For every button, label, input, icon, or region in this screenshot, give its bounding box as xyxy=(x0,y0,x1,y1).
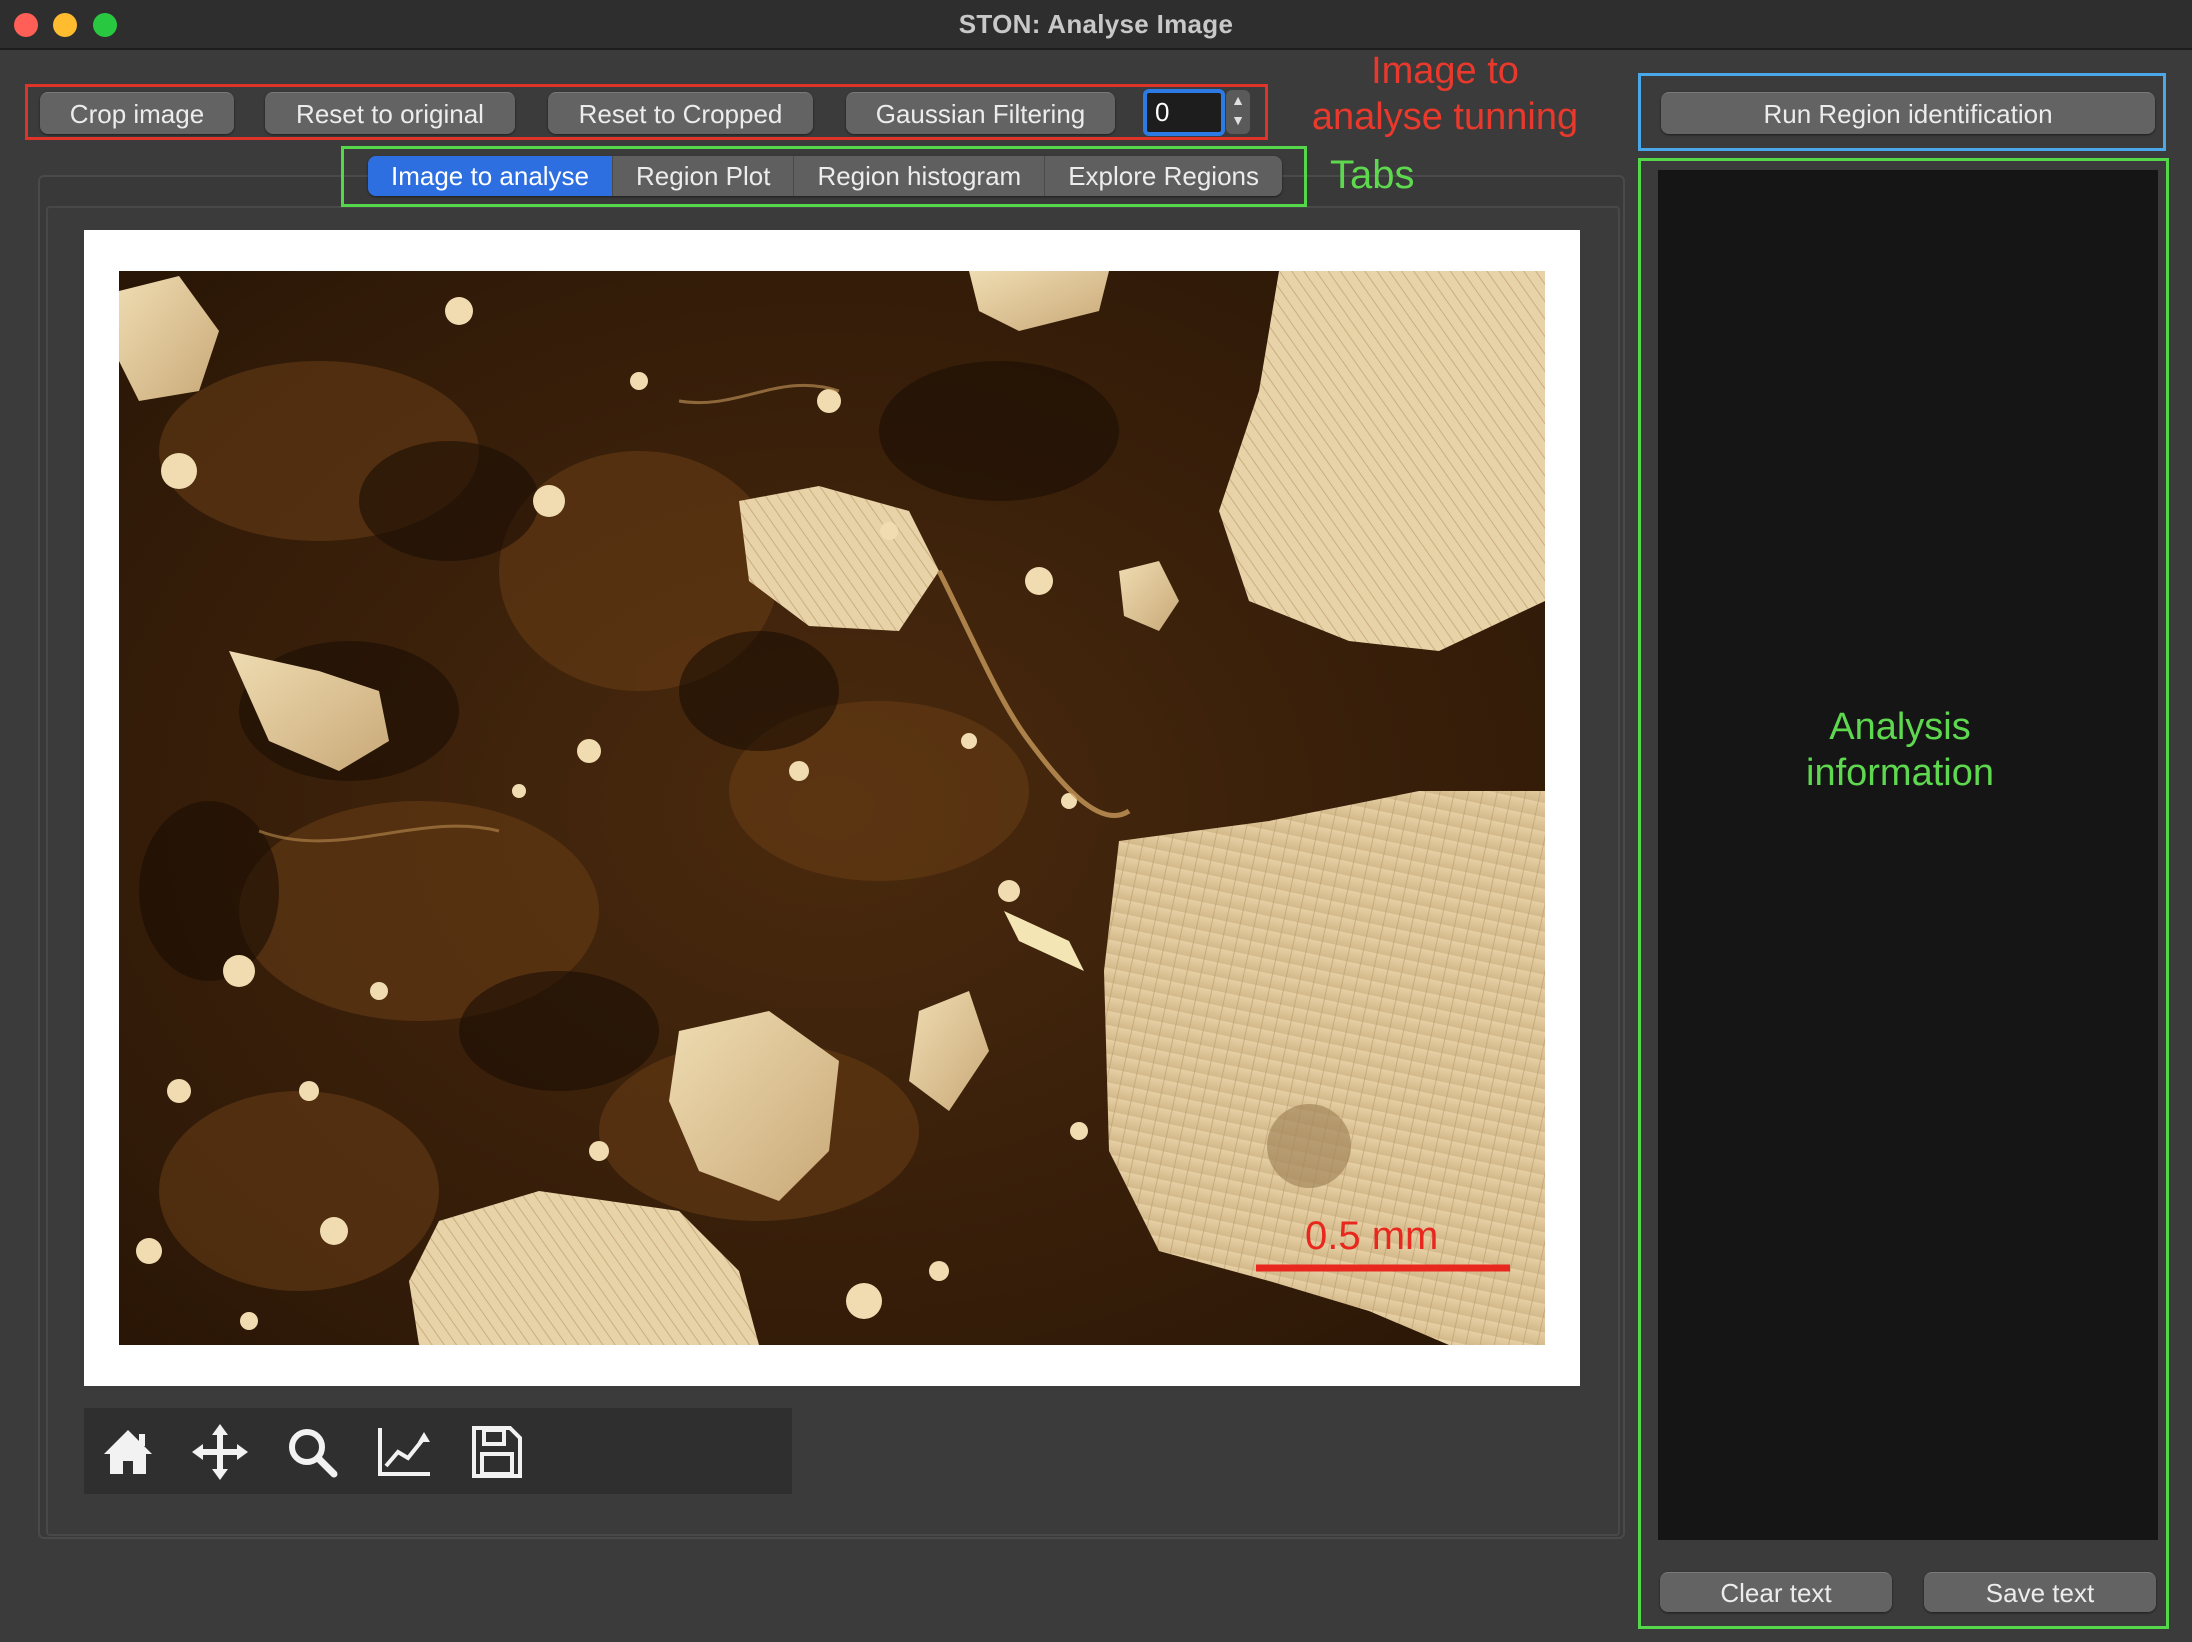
chevron-down-icon[interactable]: ▼ xyxy=(1226,110,1250,130)
thin-section-image[interactable] xyxy=(119,271,1545,1345)
tab-region-histogram[interactable]: Region histogram xyxy=(794,156,1046,196)
tab-bar: Image to analyse Region Plot Region hist… xyxy=(368,156,1282,196)
gaussian-sigma-stepper[interactable]: ▲ ▼ xyxy=(1226,90,1250,134)
tabs-annotation-label: Tabs xyxy=(1330,153,1415,197)
zoom-icon[interactable] xyxy=(282,1422,342,1482)
plot-navigation-toolbar xyxy=(84,1408,792,1494)
reset-to-original-button[interactable]: Reset to original xyxy=(265,92,515,134)
app-window: STON: Analyse Image Crop image Reset to … xyxy=(0,0,2192,1642)
analysis-annotation-label: Analysis information xyxy=(1720,704,2080,796)
analysis-info-textarea[interactable] xyxy=(1658,170,2158,1540)
gaussian-filtering-button[interactable]: Gaussian Filtering xyxy=(846,92,1115,134)
tuning-annotation-line2: analyse tunning xyxy=(1311,96,1579,138)
home-icon[interactable] xyxy=(98,1422,158,1482)
tab-region-plot[interactable]: Region Plot xyxy=(613,156,795,196)
subplots-icon[interactable] xyxy=(374,1422,434,1482)
tab-explore-regions[interactable]: Explore Regions xyxy=(1045,156,1282,196)
analysis-annotation-line2: information xyxy=(1806,752,1994,794)
save-icon[interactable] xyxy=(466,1422,526,1482)
tab-image-to-analyse[interactable]: Image to analyse xyxy=(368,156,614,196)
pan-icon[interactable] xyxy=(190,1422,250,1482)
tuning-annotation-label: Image to analyse tunning xyxy=(1295,48,1595,140)
title-bar: STON: Analyse Image xyxy=(0,0,2192,50)
window-title: STON: Analyse Image xyxy=(958,9,1234,39)
save-text-button[interactable]: Save text xyxy=(1924,1572,2156,1612)
run-region-identification-button[interactable]: Run Region identification xyxy=(1661,92,2155,134)
clear-text-button[interactable]: Clear text xyxy=(1660,1572,1892,1612)
crop-image-button[interactable]: Crop image xyxy=(40,92,234,134)
scale-bar-label: 0.5 mm xyxy=(1305,1214,1439,1258)
analysis-annotation-line1: Analysis xyxy=(1829,706,1971,748)
gaussian-sigma-input[interactable]: 0 xyxy=(1143,89,1225,136)
chevron-up-icon[interactable]: ▲ xyxy=(1226,90,1250,110)
tuning-annotation-line1: Image to xyxy=(1371,50,1519,92)
reset-to-cropped-button[interactable]: Reset to Cropped xyxy=(548,92,813,134)
